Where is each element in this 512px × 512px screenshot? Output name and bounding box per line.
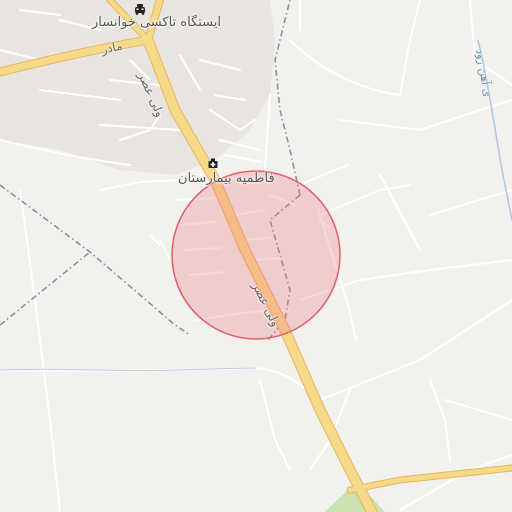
map-canvas[interactable] bbox=[0, 0, 512, 512]
taxi-station-label[interactable]: ایستگاه تاکسی خوانسار bbox=[92, 15, 221, 30]
hospital-label[interactable]: فاطمیه بیمارستان bbox=[178, 171, 275, 186]
highlight-circle[interactable] bbox=[171, 170, 341, 340]
map-view[interactable]: ایستگاه تاکسی خوانسار فاطمیه بیمارستان و… bbox=[0, 0, 512, 512]
